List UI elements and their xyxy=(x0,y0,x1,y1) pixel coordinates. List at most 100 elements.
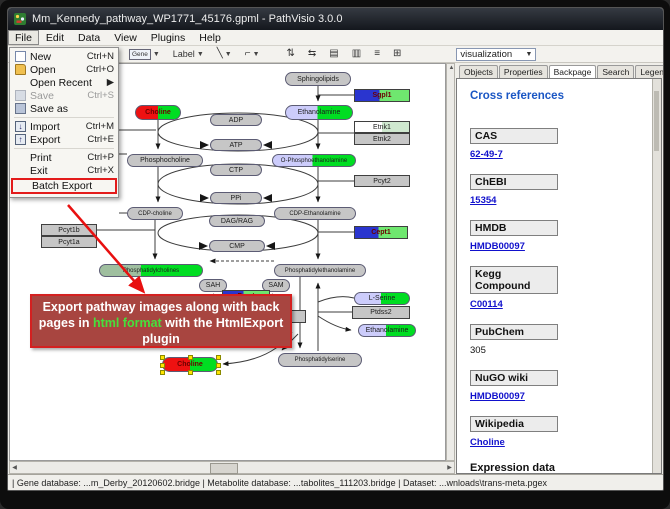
pathway-node-dag-rag[interactable]: DAG/RAG xyxy=(209,215,265,227)
group-button[interactable]: ⊞ xyxy=(390,46,404,62)
visualization-combobox[interactable]: visualization▼ xyxy=(456,48,536,61)
selection-handle[interactable] xyxy=(216,370,221,375)
menu-item-shortcut: Ctrl+E xyxy=(87,134,114,145)
file-menu-item-save[interactable]: SaveCtrl+S xyxy=(11,89,117,102)
pathway-node-sphingolipids[interactable]: Sphingolipids xyxy=(285,72,351,86)
datanode-tool-button[interactable]: Gene▼ xyxy=(126,46,163,62)
crossref-database-header: Wikipedia xyxy=(470,416,558,432)
pathway-node-phosphocholine[interactable]: Phosphocholine xyxy=(127,154,203,167)
menubar-item-edit[interactable]: Edit xyxy=(39,30,71,45)
crossref-link[interactable]: 62-49-7 xyxy=(470,149,503,160)
pathway-node-cmp[interactable]: CMP xyxy=(209,240,265,252)
scroll-up-icon[interactable]: ▲ xyxy=(447,64,456,73)
pathway-node-atp[interactable]: ATP xyxy=(210,139,262,151)
align-middle-button[interactable]: ⇆ xyxy=(305,46,319,62)
file-menu-item-open[interactable]: OpenCtrl+O xyxy=(11,63,117,76)
crossref-link[interactable]: Choline xyxy=(470,437,505,448)
menu-item-label: Open Recent xyxy=(30,77,103,89)
menu-item-shortcut: Ctrl+N xyxy=(87,51,114,62)
menu-item-label: Print xyxy=(30,152,83,164)
file-menu-item-exit[interactable]: ExitCtrl+X xyxy=(11,164,117,177)
file-menu-item-save-as[interactable]: Save as xyxy=(11,102,117,115)
selection-handle[interactable] xyxy=(188,370,193,375)
node-label: SAH xyxy=(206,282,220,289)
menubar-item-file[interactable]: File xyxy=(8,30,39,45)
alignment-toolbar-group: ⇅ ⇆ ▤ ▥ ≡ ⊞ xyxy=(277,46,405,62)
menubar-item-data[interactable]: Data xyxy=(71,30,107,45)
file-menu-item-print[interactable]: PrintCtrl+P xyxy=(11,151,117,164)
scrollbar-thumb[interactable] xyxy=(210,463,238,474)
tab-backpage[interactable]: Backpage xyxy=(549,65,597,79)
pathway-node-etnk1[interactable]: Etnk1 xyxy=(354,121,410,133)
pathway-node-ppi[interactable]: PPi xyxy=(210,192,262,204)
crossref-section-hmdb: HMDBHMDB00097 xyxy=(470,220,653,252)
pathway-node-pcyt1b[interactable]: Pcyt1b xyxy=(41,224,97,236)
file-menu-item-batch-export[interactable]: Batch Export xyxy=(13,180,115,192)
pathway-node-ptdss2[interactable]: Ptdss2 xyxy=(352,306,410,319)
window-title: Mm_Kennedy_pathway_WP1771_45176.gpml - P… xyxy=(32,13,342,25)
menubar-item-view[interactable]: View xyxy=(107,30,144,45)
tab-search[interactable]: Search xyxy=(597,65,634,78)
pathway-node-pcyt1a[interactable]: Pcyt1a xyxy=(41,236,97,248)
crossref-link[interactable]: C00114 xyxy=(470,299,503,310)
pathway-node-phosphatidylethanolamine[interactable]: Phosphatidylethanolamine xyxy=(274,264,366,277)
pathway-node-l-serine[interactable]: L-Serine xyxy=(354,292,410,305)
canvas-horizontal-scrollbar[interactable]: ◀ ▶ xyxy=(9,461,455,474)
pathway-node-cdp-choline[interactable]: CDP-choline xyxy=(127,207,183,220)
pathway-node-pcyt2[interactable]: Pcyt2 xyxy=(354,175,410,187)
crossref-link[interactable]: 15354 xyxy=(470,195,496,206)
selection-handle[interactable] xyxy=(160,370,165,375)
line-tool-button[interactable]: ╲▼ xyxy=(214,46,235,62)
selection-handle[interactable] xyxy=(160,363,165,368)
pathway-node-adp[interactable]: ADP xyxy=(210,114,262,126)
node-label: Etnk2 xyxy=(373,136,391,143)
menu-item-shortcut: Ctrl+S xyxy=(87,90,114,101)
pathway-node-choline[interactable]: Choline xyxy=(135,105,181,120)
menubar-item-plugins[interactable]: Plugins xyxy=(144,30,192,45)
tab-objects[interactable]: Objects xyxy=(459,65,498,78)
label-tool-button[interactable]: Label▼ xyxy=(170,46,207,62)
node-label: CMP xyxy=(229,243,245,250)
tab-legend[interactable]: Legend xyxy=(635,65,664,78)
pathway-node-phosphatidylserine[interactable]: Phosphatidylserine xyxy=(278,353,362,367)
pathway-node-o-phosphoethanolamine[interactable]: O-Phosphoethanolamine xyxy=(272,154,356,167)
selection-handle[interactable] xyxy=(216,363,221,368)
distribute-button[interactable]: ≡ xyxy=(371,46,383,62)
menu-separator xyxy=(14,148,114,149)
menubar-item-help[interactable]: Help xyxy=(192,30,228,45)
tab-properties[interactable]: Properties xyxy=(499,65,548,78)
align-center-button[interactable]: ⇅ xyxy=(284,46,298,62)
crossref-database-header: PubChem xyxy=(470,324,558,340)
import-icon xyxy=(15,121,26,132)
pathway-node-ethanolamine[interactable]: Ethanolamine xyxy=(285,105,353,120)
selection-handle[interactable] xyxy=(188,355,193,360)
pathway-node-etnk2[interactable]: Etnk2 xyxy=(354,133,410,145)
crossref-database-header: NuGO wiki xyxy=(470,370,558,386)
scroll-right-icon[interactable]: ▶ xyxy=(445,464,454,471)
pathway-node-ethanolamine[interactable]: Ethanolamine xyxy=(358,324,416,337)
node-label: CDP-Ethanolamine xyxy=(289,211,340,217)
file-menu-item-import[interactable]: ImportCtrl+M xyxy=(11,120,117,133)
pathway-node-cdp-ethanolamine[interactable]: CDP-Ethanolamine xyxy=(274,207,356,220)
stack-vertical-button[interactable]: ▤ xyxy=(326,46,341,62)
file-menu-item-new[interactable]: NewCtrl+N xyxy=(11,50,117,63)
pathway-node-ctp[interactable]: CTP xyxy=(210,164,262,176)
backpage-panel: Cross references CAS62-49-7ChEBI15354HMD… xyxy=(456,78,662,474)
menu-item-shortcut: Ctrl+O xyxy=(86,64,114,75)
file-menu-item-open-recent[interactable]: Open Recent▶ xyxy=(11,76,117,89)
scroll-left-icon[interactable]: ◀ xyxy=(10,464,19,471)
scrollbar-thumb[interactable] xyxy=(654,91,659,151)
file-menu-item-export[interactable]: ExportCtrl+E xyxy=(11,133,117,146)
pathway-node-phosphatidylcholines[interactable]: Phosphatidylcholines xyxy=(99,264,203,277)
title-bar[interactable]: Mm_Kennedy_pathway_WP1771_45176.gpml - P… xyxy=(8,8,663,30)
panel-scrollbar[interactable] xyxy=(652,79,661,473)
connector-tool-button[interactable]: ⌐▼ xyxy=(242,46,263,62)
selection-handle[interactable] xyxy=(216,355,221,360)
pathway-node-sgpl1[interactable]: Sgpl1 xyxy=(354,89,410,102)
stack-horizontal-button[interactable]: ▥ xyxy=(349,46,364,62)
crossref-link[interactable]: HMDB00097 xyxy=(470,241,525,252)
canvas-vertical-scrollbar[interactable]: ▲ xyxy=(446,63,455,461)
pathway-node-cept1[interactable]: Cept1 xyxy=(354,226,408,239)
selection-handle[interactable] xyxy=(160,355,165,360)
crossref-link[interactable]: HMDB00097 xyxy=(470,391,525,402)
